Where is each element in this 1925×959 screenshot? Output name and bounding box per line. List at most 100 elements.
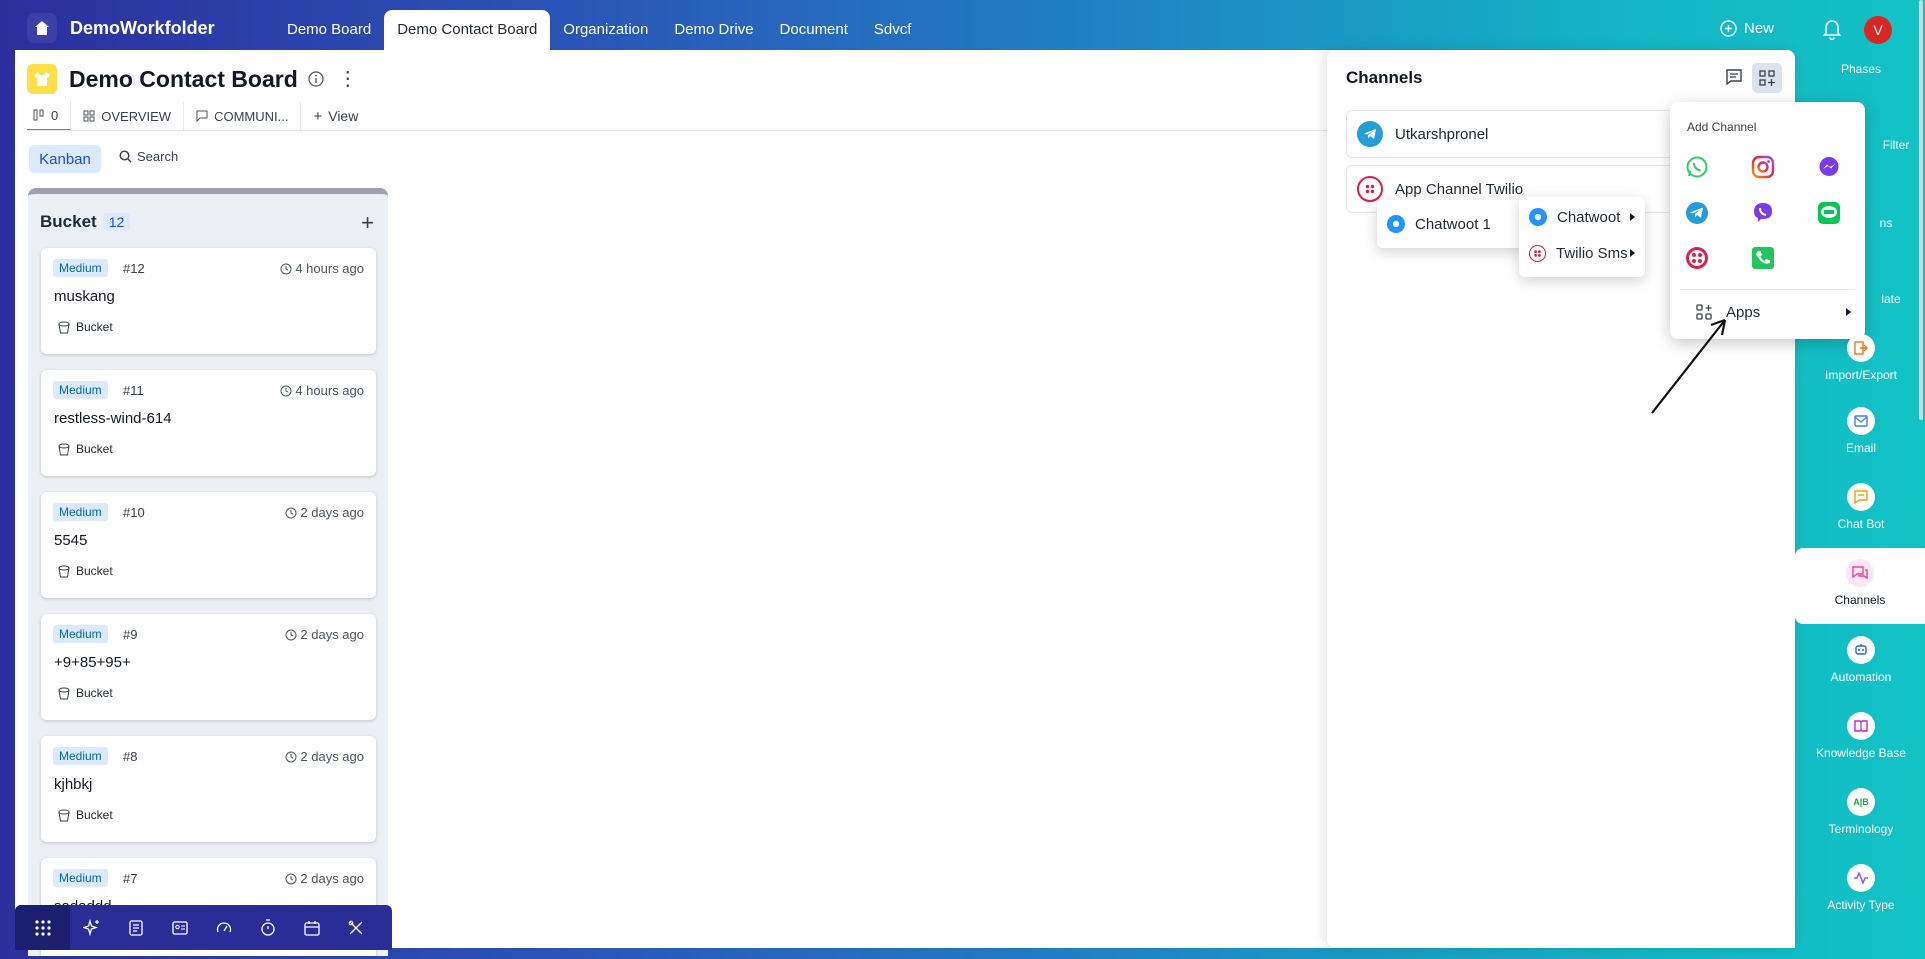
caret-right-icon xyxy=(1630,249,1635,257)
clock-icon xyxy=(280,263,292,274)
nav-tab-demo-contact-board[interactable]: Demo Contact Board xyxy=(384,10,551,50)
scrollbar[interactable] xyxy=(1919,0,1923,420)
chat-bot-icon xyxy=(1847,483,1875,511)
card-bucket: Bucket xyxy=(58,564,113,578)
card-bucket: Bucket xyxy=(58,320,113,334)
clock-icon xyxy=(285,507,297,518)
workspace-name[interactable]: DemoWorkfolder xyxy=(70,18,215,39)
telegram-icon xyxy=(1357,121,1383,147)
kanban-button[interactable]: Kanban xyxy=(29,145,101,173)
menu-item-twilio-sms[interactable]: Twilio Sms xyxy=(1519,235,1645,271)
add-channel-grid-icon[interactable] xyxy=(1752,63,1782,93)
clock-icon xyxy=(285,873,297,884)
card-time: 4 hours ago xyxy=(280,383,364,398)
info-icon[interactable] xyxy=(308,71,324,87)
kanban-card[interactable]: Medium #10 2 days ago 5545 Bucket xyxy=(41,492,376,598)
card-bucket: Bucket xyxy=(58,686,113,700)
timer-icon[interactable] xyxy=(246,919,290,936)
grid-icon xyxy=(83,110,95,122)
nav-tab-demo-drive[interactable]: Demo Drive xyxy=(661,10,766,50)
twilio-icon[interactable] xyxy=(1684,245,1710,271)
kanban-card[interactable]: Medium #11 4 hours ago restless-wind-614… xyxy=(41,370,376,476)
sidebar-item-phases[interactable]: Phases xyxy=(1797,52,1925,82)
whatsapp-icon[interactable] xyxy=(1684,154,1710,180)
avatar[interactable]: V xyxy=(1864,16,1892,44)
bucket-icon xyxy=(58,565,70,577)
chatwoot-inbox-menu: Chatwoot 1 xyxy=(1377,200,1525,248)
nav-tab-demo-board[interactable]: Demo Board xyxy=(274,10,384,50)
phone-icon[interactable] xyxy=(1750,245,1776,271)
add-card-button[interactable]: + xyxy=(361,210,374,236)
tab-overview[interactable]: OVERVIEW xyxy=(71,102,185,130)
sidebar-item-filter[interactable]: Filter xyxy=(1797,96,1925,170)
card-time: 2 days ago xyxy=(285,871,364,886)
sidebar-item-import-export[interactable]: Import/Export xyxy=(1797,334,1925,408)
new-button[interactable]: New xyxy=(1720,20,1774,37)
menu-item-chatwoot-1[interactable]: Chatwoot 1 xyxy=(1377,206,1525,242)
menu-item-label: Twilio Sms xyxy=(1556,244,1628,262)
priority-badge: Medium xyxy=(53,625,108,643)
bucket-icon xyxy=(58,443,70,455)
add-view-label: View xyxy=(328,108,359,124)
calendar-icon[interactable] xyxy=(290,920,334,936)
bell-icon[interactable] xyxy=(1822,18,1842,45)
home-icon[interactable] xyxy=(27,13,57,43)
viber-icon[interactable] xyxy=(1750,200,1776,226)
board-nav: Demo Board Demo Contact Board Organizati… xyxy=(274,10,924,50)
instagram-icon[interactable] xyxy=(1750,154,1776,180)
chat-icon[interactable] xyxy=(1725,68,1743,91)
add-view-button[interactable]: + View xyxy=(301,102,370,130)
nav-tab-document[interactable]: Document xyxy=(767,10,861,50)
tab-kanban-view[interactable]: 0 xyxy=(27,101,72,131)
sidebar-item-template[interactable]: late xyxy=(1797,248,1925,322)
card-time: 2 days ago xyxy=(285,505,364,520)
sidebar-item-label: Phases xyxy=(1840,62,1882,76)
priority-badge: Medium xyxy=(53,381,108,399)
sidebar-item-knowledge-base[interactable]: Knowledge Base xyxy=(1797,712,1925,786)
sidebar-item-channels[interactable]: Channels xyxy=(1795,548,1925,624)
card-title: +9+85+95+ xyxy=(54,654,131,671)
card-time-label: 4 hours ago xyxy=(295,383,364,398)
kanban-card[interactable]: Medium #12 4 hours ago muskang Bucket xyxy=(41,248,376,354)
search-button[interactable]: Search xyxy=(119,149,178,164)
telegram-icon[interactable] xyxy=(1684,200,1710,226)
sidebar-item-activity-type[interactable]: Activity Type xyxy=(1797,864,1925,938)
id-card-icon[interactable] xyxy=(158,920,202,935)
sidebar-item-automation[interactable]: Automation xyxy=(1797,636,1925,710)
sidebar-item-columns[interactable]: ns xyxy=(1797,172,1925,246)
nav-tab-sdvcf[interactable]: Sdvcf xyxy=(861,10,925,50)
view-tabs: 0 OVERVIEW COMMUNI... + View xyxy=(27,101,370,131)
menu-item-chatwoot[interactable]: Chatwoot xyxy=(1519,199,1645,235)
clock-icon xyxy=(285,629,297,640)
card-number: #9 xyxy=(123,627,138,642)
message-icon xyxy=(196,110,208,122)
menu-item-label: Chatwoot xyxy=(1557,208,1621,226)
chatwoot-icon xyxy=(1529,208,1547,226)
sidebar-item-email[interactable]: Email xyxy=(1797,407,1925,481)
card-bucket-label: Bucket xyxy=(76,564,113,578)
sidebar-item-label: Automation xyxy=(1830,670,1892,684)
activity-type-icon xyxy=(1847,864,1875,892)
tab-communication[interactable]: COMMUNI... xyxy=(184,102,302,130)
more-options-icon[interactable]: ⋮ xyxy=(338,69,358,89)
sparkle-icon[interactable] xyxy=(70,918,114,937)
sidebar-item-chat-bot[interactable]: Chat Bot xyxy=(1797,483,1925,557)
kanban-column: Bucket 12 + Medium #12 4 hours ago muska… xyxy=(28,188,388,956)
plus-circle-icon xyxy=(1720,20,1737,37)
tools-icon[interactable] xyxy=(334,920,378,936)
priority-badge: Medium xyxy=(53,869,108,887)
clock-icon xyxy=(285,751,297,762)
sidebar-item-label: Channels xyxy=(1834,593,1886,607)
nav-tab-organization[interactable]: Organization xyxy=(550,10,661,50)
gauge-icon[interactable] xyxy=(202,920,246,936)
top-bar: DemoWorkfolder Demo Board Demo Contact B… xyxy=(0,0,1925,50)
kanban-card[interactable]: Medium #8 2 days ago kjhbkj Bucket xyxy=(41,736,376,842)
sidebar-item-terminology[interactable]: A|B Terminology xyxy=(1797,788,1925,862)
menu-item-label: Chatwoot 1 xyxy=(1415,215,1491,233)
document-icon[interactable] xyxy=(114,919,158,936)
kanban-card[interactable]: Medium #9 2 days ago +9+85+95+ Bucket xyxy=(41,614,376,720)
tab-kanban-count: 0 xyxy=(51,107,59,123)
apps-grid-icon[interactable] xyxy=(15,905,70,950)
card-title: 5545 xyxy=(54,532,88,549)
twilio-icon xyxy=(1357,176,1383,202)
